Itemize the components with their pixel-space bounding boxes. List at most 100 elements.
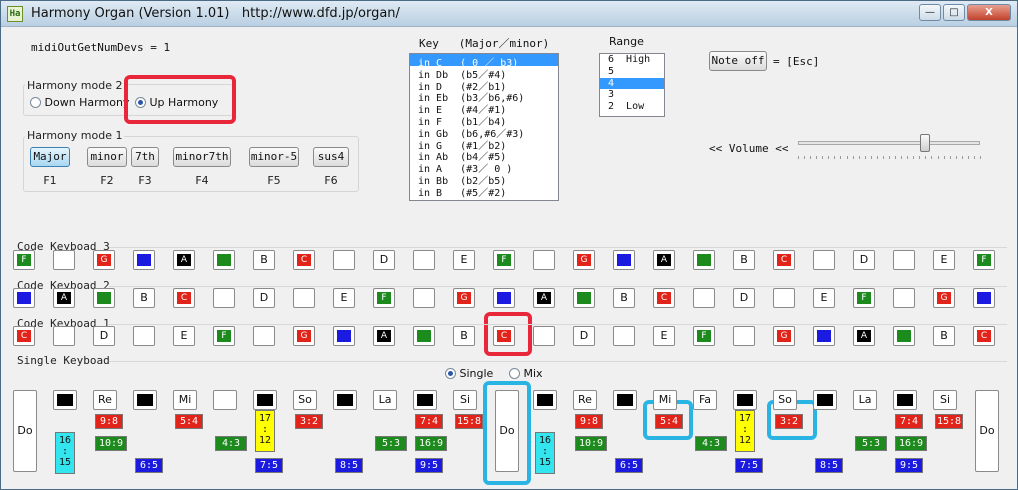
code-key[interactable]: C xyxy=(13,326,35,346)
single-black-key[interactable] xyxy=(733,390,757,410)
single-white-key[interactable]: Mi xyxy=(173,390,197,410)
code-key[interactable] xyxy=(413,250,435,270)
code-key[interactable]: G xyxy=(293,326,315,346)
range-list-item[interactable]: 3 xyxy=(600,89,664,101)
code-key[interactable]: F xyxy=(693,326,715,346)
key-list-item[interactable]: in Db (b5／#4) xyxy=(410,66,558,81)
key-list-item[interactable]: in B (#5／#2) xyxy=(410,184,558,199)
single-black-key[interactable] xyxy=(53,390,77,410)
single-black-key[interactable] xyxy=(613,390,637,410)
key-list-item[interactable]: in A (#3／ 0 ) xyxy=(410,160,558,175)
single-black-key[interactable] xyxy=(253,390,277,410)
code-key[interactable]: F xyxy=(13,250,35,270)
key-list-item[interactable]: in C ( 0 ／ b3) xyxy=(410,54,558,69)
range-list-item[interactable]: 6 High xyxy=(600,54,664,66)
code-key[interactable]: D xyxy=(733,288,755,308)
code-key[interactable] xyxy=(573,288,595,308)
single-white-key[interactable]: Re xyxy=(93,390,117,410)
key-list-item[interactable]: in Eb (b3／b6,#6) xyxy=(410,89,558,104)
key-list-item[interactable]: in Gb (b6,#6／#3) xyxy=(410,125,558,140)
code-key[interactable] xyxy=(493,288,515,308)
code-key[interactable] xyxy=(213,250,235,270)
code-key[interactable]: A xyxy=(53,288,75,308)
code-key[interactable]: B xyxy=(733,250,755,270)
maximize-button[interactable]: □ xyxy=(943,4,965,21)
code-key[interactable] xyxy=(53,250,75,270)
code-key[interactable] xyxy=(213,288,235,308)
code-key[interactable] xyxy=(813,250,835,270)
title-bar[interactable]: Ha Harmony Organ (Version 1.01) http://w… xyxy=(1,1,1017,27)
single-white-key[interactable]: So xyxy=(773,390,797,410)
harmony-button-minor[interactable]: minor xyxy=(87,147,127,167)
code-key[interactable] xyxy=(773,288,795,308)
code-key[interactable]: D xyxy=(573,326,595,346)
code-key[interactable]: D xyxy=(93,326,115,346)
do-key[interactable]: Do xyxy=(975,390,999,472)
code-key[interactable]: E xyxy=(453,250,475,270)
single-black-key[interactable] xyxy=(413,390,437,410)
do-key[interactable]: Do xyxy=(13,390,37,472)
single-key-empty[interactable] xyxy=(213,390,237,410)
code-key[interactable]: B xyxy=(933,326,955,346)
single-black-key[interactable] xyxy=(813,390,837,410)
code-key[interactable]: D xyxy=(853,250,875,270)
code-key[interactable]: B xyxy=(253,250,275,270)
code-key[interactable]: C xyxy=(653,288,675,308)
minimize-button[interactable]: — xyxy=(919,4,941,21)
code-key[interactable] xyxy=(613,250,635,270)
code-key[interactable]: A xyxy=(653,250,675,270)
mix-mode-radio[interactable]: Mix xyxy=(509,367,543,380)
code-key[interactable]: A xyxy=(853,326,875,346)
single-white-key[interactable]: So xyxy=(293,390,317,410)
code-key[interactable] xyxy=(93,288,115,308)
code-key[interactable]: E xyxy=(933,250,955,270)
harmony-button-7th[interactable]: 7th xyxy=(131,147,159,167)
code-key[interactable] xyxy=(53,326,75,346)
code-key[interactable]: E xyxy=(333,288,355,308)
code-key[interactable]: E xyxy=(653,326,675,346)
code-key[interactable]: B xyxy=(453,326,475,346)
code-key[interactable]: E xyxy=(813,288,835,308)
code-key[interactable]: F xyxy=(373,288,395,308)
code-key[interactable] xyxy=(293,288,315,308)
code-key[interactable]: G xyxy=(93,250,115,270)
single-white-key[interactable]: Mi xyxy=(653,390,677,410)
code-key[interactable] xyxy=(733,326,755,346)
note-off-button[interactable]: Note off xyxy=(709,51,767,71)
single-white-key[interactable]: Fa xyxy=(693,390,717,410)
range-list-item[interactable]: 2 Low xyxy=(600,101,664,113)
key-list-item[interactable]: in Ab (b4／#5) xyxy=(410,148,558,163)
down-harmony-radio[interactable]: Down Harmony xyxy=(30,96,129,109)
single-white-key[interactable]: Si xyxy=(933,390,957,410)
code-key[interactable] xyxy=(13,288,35,308)
code-key[interactable] xyxy=(133,250,155,270)
harmony-button-minor7th[interactable]: minor7th xyxy=(173,147,231,167)
volume-slider-track[interactable] xyxy=(798,141,980,145)
code-key[interactable]: D xyxy=(373,250,395,270)
harmony-button-minor-5[interactable]: minor-5 xyxy=(249,147,299,167)
code-key[interactable] xyxy=(333,326,355,346)
code-key[interactable]: C xyxy=(293,250,315,270)
single-white-key[interactable]: La xyxy=(853,390,877,410)
code-key[interactable]: F xyxy=(213,326,235,346)
key-list-item[interactable]: in D (#2／b1) xyxy=(410,78,558,93)
single-black-key[interactable] xyxy=(893,390,917,410)
code-key[interactable]: G xyxy=(453,288,475,308)
code-key[interactable]: D xyxy=(253,288,275,308)
volume-slider-thumb[interactable] xyxy=(920,134,931,152)
code-key[interactable]: F xyxy=(853,288,875,308)
key-list-item[interactable]: in E (#4／#1) xyxy=(410,101,558,116)
harmony-button-sus4[interactable]: sus4 xyxy=(313,147,349,167)
code-key[interactable]: B xyxy=(133,288,155,308)
code-key[interactable] xyxy=(893,250,915,270)
code-key[interactable]: G xyxy=(933,288,955,308)
code-key[interactable] xyxy=(813,326,835,346)
range-list-item[interactable]: 5 xyxy=(600,66,664,78)
code-key[interactable]: A xyxy=(373,326,395,346)
code-key[interactable] xyxy=(133,326,155,346)
code-key[interactable] xyxy=(973,288,995,308)
harmony-button-major[interactable]: Major xyxy=(30,147,70,167)
code-key[interactable] xyxy=(413,288,435,308)
code-key[interactable] xyxy=(613,326,635,346)
code-key[interactable] xyxy=(413,326,435,346)
